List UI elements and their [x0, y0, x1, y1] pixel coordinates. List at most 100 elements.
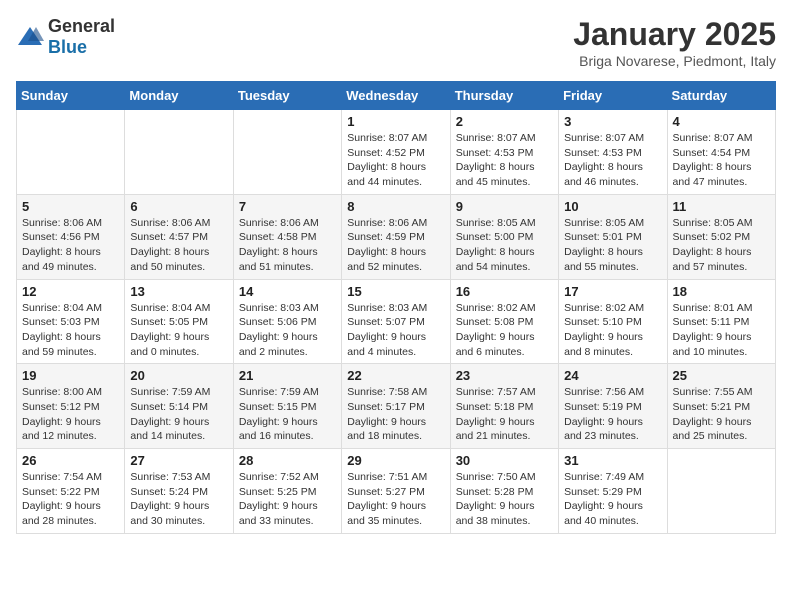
calendar-cell: 30 Sunrise: 7:50 AM Sunset: 5:28 PM Dayli… — [450, 449, 558, 534]
day-info: Sunrise: 7:56 AM Sunset: 5:19 PM Dayligh… — [564, 385, 661, 444]
calendar-cell: 21 Sunrise: 7:59 AM Sunset: 5:15 PM Dayli… — [233, 364, 341, 449]
day-number: 29 — [347, 453, 444, 468]
day-number: 25 — [673, 368, 770, 383]
day-info: Sunrise: 7:52 AM Sunset: 5:25 PM Dayligh… — [239, 470, 336, 529]
day-number: 18 — [673, 284, 770, 299]
day-info: Sunrise: 8:00 AM Sunset: 5:12 PM Dayligh… — [22, 385, 119, 444]
day-number: 26 — [22, 453, 119, 468]
calendar-week-row: 26 Sunrise: 7:54 AM Sunset: 5:22 PM Dayli… — [17, 449, 776, 534]
day-number: 22 — [347, 368, 444, 383]
day-info: Sunrise: 8:02 AM Sunset: 5:08 PM Dayligh… — [456, 301, 553, 360]
calendar-cell: 25 Sunrise: 7:55 AM Sunset: 5:21 PM Dayli… — [667, 364, 775, 449]
day-number: 30 — [456, 453, 553, 468]
calendar-cell: 11 Sunrise: 8:05 AM Sunset: 5:02 PM Dayli… — [667, 194, 775, 279]
logo-icon — [16, 25, 44, 49]
calendar-cell — [233, 110, 341, 195]
day-number: 10 — [564, 199, 661, 214]
calendar-cell: 15 Sunrise: 8:03 AM Sunset: 5:07 PM Dayli… — [342, 279, 450, 364]
day-number: 3 — [564, 114, 661, 129]
day-number: 15 — [347, 284, 444, 299]
day-number: 31 — [564, 453, 661, 468]
day-info: Sunrise: 8:05 AM Sunset: 5:00 PM Dayligh… — [456, 216, 553, 275]
day-info: Sunrise: 7:50 AM Sunset: 5:28 PM Dayligh… — [456, 470, 553, 529]
day-number: 16 — [456, 284, 553, 299]
day-info: Sunrise: 7:53 AM Sunset: 5:24 PM Dayligh… — [130, 470, 227, 529]
day-info: Sunrise: 7:54 AM Sunset: 5:22 PM Dayligh… — [22, 470, 119, 529]
day-info: Sunrise: 7:55 AM Sunset: 5:21 PM Dayligh… — [673, 385, 770, 444]
calendar-cell: 2Sunrise: 8:07 AM Sunset: 4:53 PM Daylig… — [450, 110, 558, 195]
day-number: 5 — [22, 199, 119, 214]
day-number: 21 — [239, 368, 336, 383]
day-number: 11 — [673, 199, 770, 214]
day-number: 9 — [456, 199, 553, 214]
day-number: 17 — [564, 284, 661, 299]
day-info: Sunrise: 8:07 AM Sunset: 4:53 PM Dayligh… — [564, 131, 661, 190]
calendar-cell: 28Sunrise: 7:52 AM Sunset: 5:25 PM Dayli… — [233, 449, 341, 534]
calendar-cell: 29 Sunrise: 7:51 AM Sunset: 5:27 PM Dayli… — [342, 449, 450, 534]
day-info: Sunrise: 7:57 AM Sunset: 5:18 PM Dayligh… — [456, 385, 553, 444]
calendar-cell: 1Sunrise: 8:07 AM Sunset: 4:52 PM Daylig… — [342, 110, 450, 195]
day-info: Sunrise: 8:05 AM Sunset: 5:01 PM Dayligh… — [564, 216, 661, 275]
logo-general: General — [48, 16, 115, 36]
calendar-cell: 13Sunrise: 8:04 AM Sunset: 5:05 PM Dayli… — [125, 279, 233, 364]
day-info: Sunrise: 8:06 AM Sunset: 4:58 PM Dayligh… — [239, 216, 336, 275]
calendar-cell: 5 Sunrise: 8:06 AM Sunset: 4:56 PM Daylig… — [17, 194, 125, 279]
day-info: Sunrise: 7:49 AM Sunset: 5:29 PM Dayligh… — [564, 470, 661, 529]
logo-text: General Blue — [48, 16, 115, 58]
day-info: Sunrise: 8:01 AM Sunset: 5:11 PM Dayligh… — [673, 301, 770, 360]
day-info: Sunrise: 7:51 AM Sunset: 5:27 PM Dayligh… — [347, 470, 444, 529]
weekday-header-friday: Friday — [559, 82, 667, 110]
calendar-cell: 17 Sunrise: 8:02 AM Sunset: 5:10 PM Dayli… — [559, 279, 667, 364]
day-info: Sunrise: 7:59 AM Sunset: 5:14 PM Dayligh… — [130, 385, 227, 444]
weekday-header-monday: Monday — [125, 82, 233, 110]
day-number: 14 — [239, 284, 336, 299]
calendar-cell: 24 Sunrise: 7:56 AM Sunset: 5:19 PM Dayli… — [559, 364, 667, 449]
weekday-header-saturday: Saturday — [667, 82, 775, 110]
day-info: Sunrise: 8:05 AM Sunset: 5:02 PM Dayligh… — [673, 216, 770, 275]
day-info: Sunrise: 7:59 AM Sunset: 5:15 PM Dayligh… — [239, 385, 336, 444]
day-number: 19 — [22, 368, 119, 383]
calendar-cell: 12 Sunrise: 8:04 AM Sunset: 5:03 PM Dayli… — [17, 279, 125, 364]
calendar-header-row: SundayMondayTuesdayWednesdayThursdayFrid… — [17, 82, 776, 110]
day-info: Sunrise: 8:04 AM Sunset: 5:03 PM Dayligh… — [22, 301, 119, 360]
day-number: 8 — [347, 199, 444, 214]
page-header: General Blue January 2025 Briga Novarese… — [16, 16, 776, 69]
day-info: Sunrise: 8:03 AM Sunset: 5:06 PM Dayligh… — [239, 301, 336, 360]
day-info: Sunrise: 8:03 AM Sunset: 5:07 PM Dayligh… — [347, 301, 444, 360]
day-info: Sunrise: 8:06 AM Sunset: 4:59 PM Dayligh… — [347, 216, 444, 275]
day-info: Sunrise: 8:07 AM Sunset: 4:52 PM Dayligh… — [347, 131, 444, 190]
calendar-cell: 19 Sunrise: 8:00 AM Sunset: 5:12 PM Dayli… — [17, 364, 125, 449]
day-number: 24 — [564, 368, 661, 383]
calendar-cell: 26 Sunrise: 7:54 AM Sunset: 5:22 PM Dayli… — [17, 449, 125, 534]
calendar-week-row: 1Sunrise: 8:07 AM Sunset: 4:52 PM Daylig… — [17, 110, 776, 195]
day-number: 6 — [130, 199, 227, 214]
day-number: 4 — [673, 114, 770, 129]
calendar-cell: 4 Sunrise: 8:07 AM Sunset: 4:54 PM Daylig… — [667, 110, 775, 195]
calendar-cell — [125, 110, 233, 195]
day-info: Sunrise: 8:07 AM Sunset: 4:53 PM Dayligh… — [456, 131, 553, 190]
logo-blue: Blue — [48, 37, 87, 57]
calendar-cell — [17, 110, 125, 195]
calendar-table: SundayMondayTuesdayWednesdayThursdayFrid… — [16, 81, 776, 534]
calendar-cell: 9 Sunrise: 8:05 AM Sunset: 5:00 PM Daylig… — [450, 194, 558, 279]
calendar-cell: 14 Sunrise: 8:03 AM Sunset: 5:06 PM Dayli… — [233, 279, 341, 364]
calendar-week-row: 19 Sunrise: 8:00 AM Sunset: 5:12 PM Dayli… — [17, 364, 776, 449]
calendar-cell: 18 Sunrise: 8:01 AM Sunset: 5:11 PM Dayli… — [667, 279, 775, 364]
calendar-cell — [667, 449, 775, 534]
day-info: Sunrise: 8:06 AM Sunset: 4:57 PM Dayligh… — [130, 216, 227, 275]
day-info: Sunrise: 8:06 AM Sunset: 4:56 PM Dayligh… — [22, 216, 119, 275]
calendar-cell: 7 Sunrise: 8:06 AM Sunset: 4:58 PM Daylig… — [233, 194, 341, 279]
month-title: January 2025 — [573, 16, 776, 53]
day-info: Sunrise: 8:07 AM Sunset: 4:54 PM Dayligh… — [673, 131, 770, 190]
day-number: 7 — [239, 199, 336, 214]
weekday-header-sunday: Sunday — [17, 82, 125, 110]
day-info: Sunrise: 8:02 AM Sunset: 5:10 PM Dayligh… — [564, 301, 661, 360]
calendar-cell: 8 Sunrise: 8:06 AM Sunset: 4:59 PM Daylig… — [342, 194, 450, 279]
calendar-week-row: 12 Sunrise: 8:04 AM Sunset: 5:03 PM Dayli… — [17, 279, 776, 364]
weekday-header-wednesday: Wednesday — [342, 82, 450, 110]
calendar-cell: 22Sunrise: 7:58 AM Sunset: 5:17 PM Dayli… — [342, 364, 450, 449]
calendar-cell: 31 Sunrise: 7:49 AM Sunset: 5:29 PM Dayli… — [559, 449, 667, 534]
day-number: 12 — [22, 284, 119, 299]
calendar-cell: 20Sunrise: 7:59 AM Sunset: 5:14 PM Dayli… — [125, 364, 233, 449]
location-subtitle: Briga Novarese, Piedmont, Italy — [573, 53, 776, 69]
